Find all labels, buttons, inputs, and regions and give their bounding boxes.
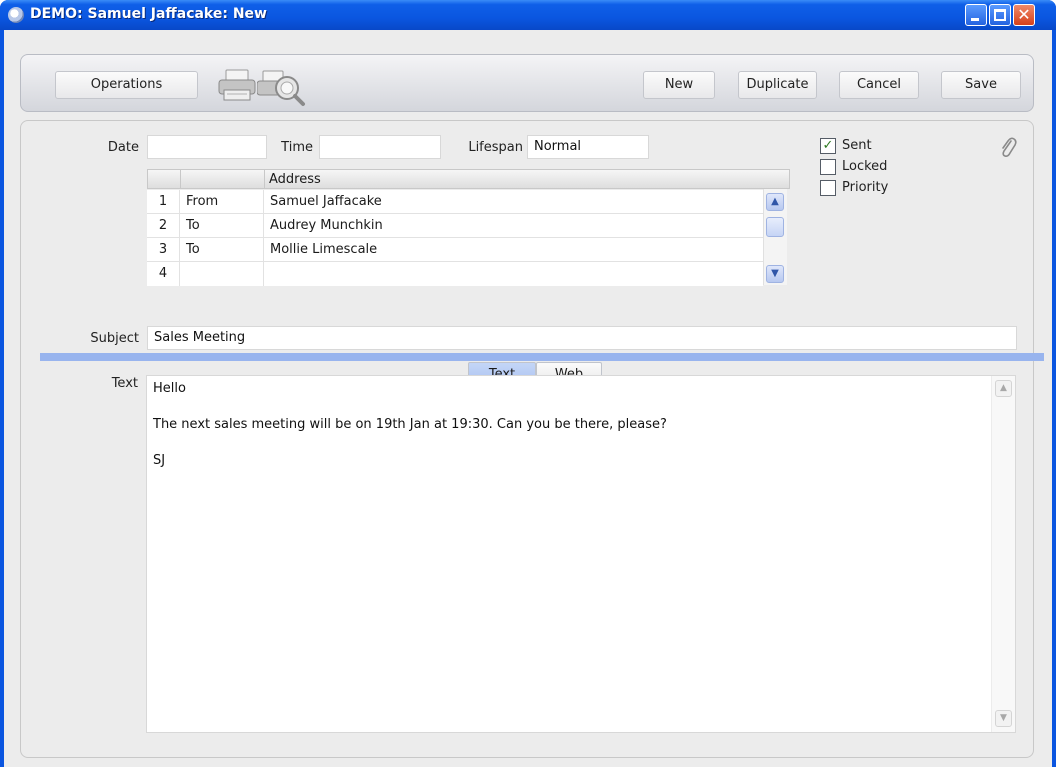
address-cell[interactable] — [264, 262, 763, 286]
address-cell[interactable]: Audrey Munchkin — [264, 214, 763, 238]
paperclip-icon[interactable] — [999, 137, 1017, 159]
address-type-cell[interactable]: To — [180, 238, 264, 262]
table-row[interactable]: 4 — [147, 262, 763, 286]
window-title: DEMO: Samuel Jaffacake: New — [30, 6, 267, 22]
date-field[interactable] — [147, 135, 267, 159]
app-logo-icon — [8, 7, 24, 23]
column-header-number — [148, 170, 181, 189]
print-preview-icon[interactable] — [257, 68, 307, 108]
scroll-down-button[interactable]: ▼ — [766, 265, 784, 283]
cancel-button[interactable]: Cancel — [839, 71, 919, 99]
sent-label: Sent — [842, 138, 872, 153]
application-window: DEMO: Samuel Jaffacake: New ✕ Operations… — [0, 0, 1056, 767]
maximize-icon — [994, 9, 1006, 21]
address-type-cell[interactable] — [180, 262, 264, 286]
minimize-icon — [971, 18, 979, 21]
priority-checkbox[interactable] — [820, 180, 836, 196]
time-field[interactable] — [319, 135, 441, 159]
scroll-thumb[interactable] — [766, 217, 784, 237]
address-type-cell[interactable]: To — [180, 214, 264, 238]
sent-checkbox[interactable]: ✓ — [820, 138, 836, 154]
scroll-up-button[interactable]: ▲ — [766, 193, 784, 211]
duplicate-button[interactable]: Duplicate — [738, 71, 817, 99]
title-bar[interactable]: DEMO: Samuel Jaffacake: New ✕ — [0, 0, 1056, 30]
minimize-button[interactable] — [965, 4, 987, 26]
locked-label: Locked — [842, 159, 888, 174]
text-line: Hello — [153, 381, 186, 396]
tab-underline — [40, 353, 1044, 361]
address-type-cell[interactable]: From — [180, 190, 264, 214]
message-text-area[interactable]: Hello The next sales meeting will be on … — [146, 375, 1016, 733]
toolbar: Operations New Duplicate Cancel Save — [20, 54, 1034, 112]
text-scrollbar[interactable]: ▲ ▼ — [991, 376, 1015, 732]
subject-label: Subject — [90, 331, 139, 346]
address-cell[interactable]: Samuel Jaffacake — [264, 190, 763, 214]
text-line: SJ — [153, 453, 166, 468]
subject-field[interactable]: Sales Meeting — [147, 326, 1017, 350]
priority-label: Priority — [842, 180, 889, 195]
address-cell[interactable]: Mollie Limescale — [264, 238, 763, 262]
table-row[interactable]: 2 To Audrey Munchkin — [147, 214, 763, 238]
table-row[interactable]: 3 To Mollie Limescale — [147, 238, 763, 262]
row-number: 1 — [147, 190, 180, 214]
address-table-header: Address — [147, 169, 790, 189]
row-number: 4 — [147, 262, 180, 286]
lifespan-field[interactable]: Normal — [527, 135, 649, 159]
column-header-address: Address — [269, 172, 321, 187]
column-header-type — [181, 170, 265, 189]
lifespan-label: Lifespan — [468, 140, 523, 155]
window-content: Operations New Duplicate Cancel Save Dat… — [4, 30, 1052, 767]
close-icon: ✕ — [1017, 5, 1031, 24]
operations-button[interactable]: Operations — [55, 71, 198, 99]
maximize-button[interactable] — [989, 4, 1011, 26]
close-button[interactable]: ✕ — [1013, 4, 1035, 26]
new-button[interactable]: New — [643, 71, 715, 99]
text-label: Text — [111, 376, 138, 391]
printer-icon[interactable] — [216, 68, 260, 104]
time-label: Time — [281, 140, 313, 155]
row-number: 3 — [147, 238, 180, 262]
address-table: Address 1 From Samuel Jaffacake 2 To Aud… — [147, 169, 790, 286]
text-line: The next sales meeting will be on 19th J… — [153, 417, 667, 432]
locked-checkbox[interactable] — [820, 159, 836, 175]
scroll-up-button[interactable]: ▲ — [995, 380, 1012, 397]
scroll-down-button[interactable]: ▼ — [995, 710, 1012, 727]
address-scrollbar[interactable]: ▲ ▼ — [763, 189, 787, 285]
save-button[interactable]: Save — [941, 71, 1021, 99]
date-label: Date — [107, 140, 139, 155]
table-row[interactable]: 1 From Samuel Jaffacake — [147, 190, 763, 214]
row-number: 2 — [147, 214, 180, 238]
